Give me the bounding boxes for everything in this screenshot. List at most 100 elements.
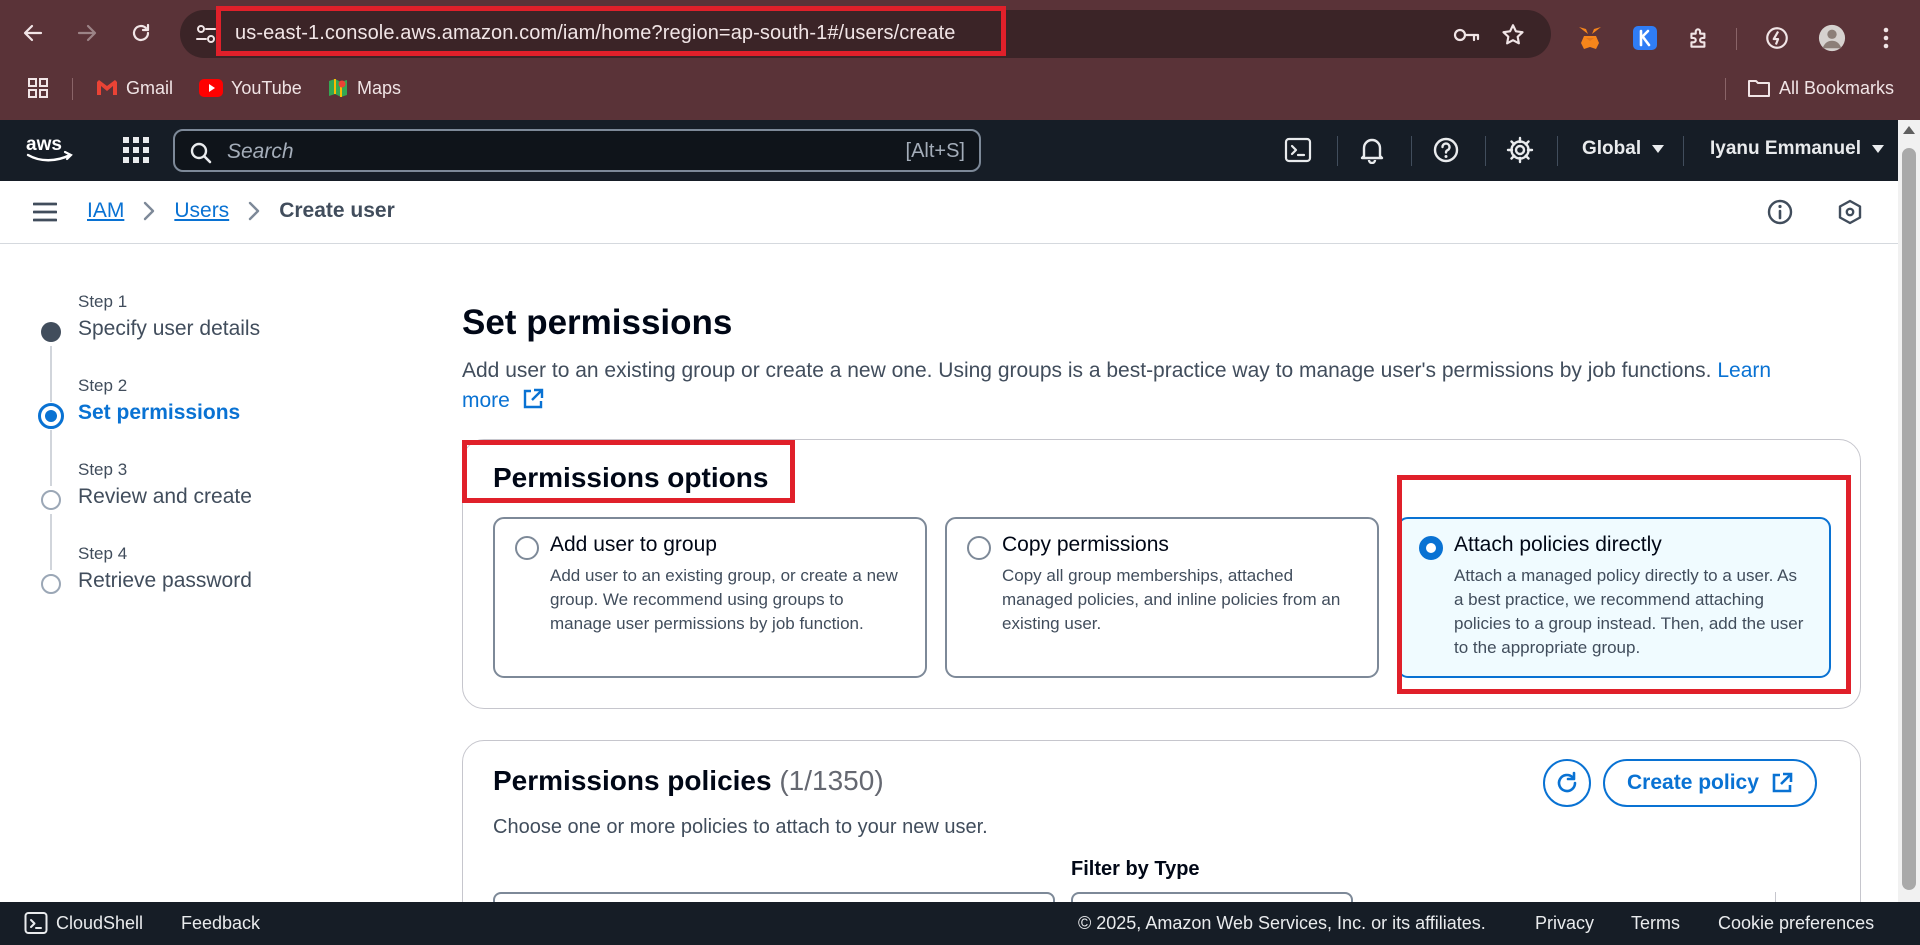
region-selector[interactable]: Global: [1582, 138, 1665, 160]
bookmark-maps[interactable]: Maps: [327, 75, 401, 101]
option-copy-permissions[interactable]: Copy permissions Copy all group membersh…: [945, 517, 1379, 678]
bookmark-label: Gmail: [126, 77, 174, 98]
radio-add-user-to-group[interactable]: [515, 536, 539, 560]
step-title: Specify user details: [78, 317, 261, 340]
caret-down-icon: [1652, 145, 1665, 153]
cloudshell-icon[interactable]: [1283, 135, 1313, 165]
description-text: Add user to an existing group or create …: [462, 359, 1712, 382]
gmail-icon: [97, 80, 117, 95]
nav-divider: [1557, 136, 1558, 166]
bookmark-youtube[interactable]: YouTube: [199, 75, 302, 101]
search-shortcut: [Alt+S]: [905, 140, 965, 162]
option-description: Copy all group memberships, attached man…: [1002, 566, 1341, 633]
help-icon[interactable]: [1431, 135, 1461, 165]
terms-link[interactable]: Terms: [1631, 913, 1680, 934]
scroll-up-arrow-icon[interactable]: [1903, 126, 1915, 134]
chevron-right-icon: [248, 201, 260, 221]
back-button[interactable]: [16, 16, 50, 50]
site-info-icon[interactable]: [194, 22, 218, 46]
bookmark-gmail[interactable]: Gmail: [96, 75, 173, 101]
bookmark-label: Maps: [357, 77, 402, 98]
external-link-icon: [523, 388, 543, 409]
all-bookmarks[interactable]: All Bookmarks: [1747, 75, 1894, 101]
option-add-user-to-group[interactable]: Add user to group Add user to an existin…: [493, 517, 927, 678]
nav-divider: [1485, 136, 1486, 166]
step-title: Set permissions: [78, 401, 241, 424]
aws-search-input[interactable]: Search [Alt+S]: [173, 129, 981, 172]
nav-divider: [1337, 136, 1338, 166]
notifications-bell-icon[interactable]: [1357, 135, 1387, 165]
cloudshell-label: CloudShell: [56, 912, 144, 933]
security-shield-icon[interactable]: [1836, 198, 1866, 228]
permissions-policies-title: Permissions policies: [493, 765, 772, 796]
password-key-icon[interactable]: [1452, 22, 1480, 48]
scroll-thumb[interactable]: [1902, 148, 1916, 890]
breadcrumb-current: Create user: [279, 199, 395, 222]
wizard-step-1[interactable]: Step 1 Specify user details: [38, 288, 378, 402]
breadcrumb-users[interactable]: Users: [174, 199, 229, 223]
wizard-step-2[interactable]: Step 2 Set permissions: [38, 372, 378, 486]
all-bookmarks-label: All Bookmarks: [1779, 77, 1895, 98]
refresh-button[interactable]: [1543, 759, 1591, 807]
page-scrollbar[interactable]: [1898, 120, 1920, 902]
aws-logo-text: aws: [26, 134, 62, 155]
region-label: Global: [1582, 138, 1642, 159]
step-number: Step 3: [78, 460, 128, 479]
external-link-icon: [1772, 772, 1793, 793]
bookmarks-bar: Gmail YouTube Maps All Bookmarks: [0, 68, 1920, 108]
metamask-extension-icon[interactable]: [1576, 24, 1604, 52]
aws-top-nav: aws Search [Alt+S] Global Iyanu Emmanuel: [0, 120, 1898, 181]
step-pending-dot: [41, 490, 61, 510]
profile-avatar[interactable]: [1818, 24, 1846, 52]
maps-icon: [329, 79, 347, 97]
services-menu-icon[interactable]: [121, 135, 151, 165]
step-title: Retrieve password: [78, 569, 252, 592]
policies-count: (1/1350): [779, 765, 884, 796]
radio-copy-permissions[interactable]: [967, 536, 991, 560]
browser-menu-icon[interactable]: [1872, 24, 1900, 52]
cloudshell-footer-button[interactable]: CloudShell: [24, 911, 143, 935]
step-complete-dot: [41, 322, 61, 342]
breadcrumb: IAM Users Create user: [87, 199, 395, 223]
copyright-text: © 2025, Amazon Web Services, Inc. or its…: [1078, 913, 1486, 933]
settings-gear-icon[interactable]: [1505, 135, 1535, 165]
performance-icon[interactable]: [1763, 24, 1791, 52]
step-number: Step 4: [78, 544, 128, 563]
cloudshell-icon: [24, 912, 48, 934]
k-extension-icon[interactable]: [1631, 24, 1659, 52]
wizard-step-4[interactable]: Step 4 Retrieve password: [38, 540, 378, 624]
breadcrumb-bar: IAM Users Create user: [0, 181, 1898, 244]
filter-by-type-label: Filter by Type: [1071, 858, 1200, 880]
console-footer: CloudShell Feedback © 2025, Amazon Web S…: [0, 902, 1920, 945]
wizard-steps: Step 1 Specify user details Step 2 Set p…: [38, 288, 378, 624]
cookie-preferences-link[interactable]: Cookie preferences: [1718, 913, 1874, 934]
nav-divider: [1683, 136, 1684, 166]
caret-down-icon: [1872, 145, 1884, 153]
step-number: Step 2: [78, 376, 128, 395]
breadcrumb-iam[interactable]: IAM: [87, 199, 124, 223]
url-highlight-box: [216, 6, 1006, 56]
feedback-link[interactable]: Feedback: [181, 913, 260, 934]
wizard-step-3[interactable]: Step 3 Review and create: [38, 456, 378, 570]
reload-button[interactable]: [124, 16, 158, 50]
create-policy-button[interactable]: Create policy: [1603, 759, 1817, 807]
permissions-policies-heading: Permissions policies (1/1350): [493, 765, 884, 797]
bookmark-label: YouTube: [231, 77, 302, 98]
hamburger-menu-icon[interactable]: [33, 201, 57, 223]
bookmark-star-icon[interactable]: [1500, 22, 1526, 48]
forward-button[interactable]: [70, 16, 104, 50]
chevron-right-icon: [144, 201, 155, 221]
bookmarks-divider: [72, 78, 73, 100]
option-description: Add user to an existing group, or create…: [550, 566, 898, 633]
create-policy-label: Create policy: [1627, 771, 1759, 794]
aws-logo[interactable]: aws: [24, 133, 74, 165]
info-panel-icon[interactable]: [1766, 198, 1796, 228]
bookmarks-divider: [1725, 78, 1726, 100]
account-menu[interactable]: Iyanu Emmanuel: [1710, 138, 1885, 160]
options-title-highlight-box: [462, 440, 795, 503]
apps-grid-icon[interactable]: [26, 75, 50, 101]
step-title: Review and create: [78, 485, 252, 508]
privacy-link[interactable]: Privacy: [1535, 913, 1594, 934]
attach-policies-highlight-box: [1397, 475, 1851, 694]
extensions-puzzle-icon[interactable]: [1685, 24, 1713, 52]
